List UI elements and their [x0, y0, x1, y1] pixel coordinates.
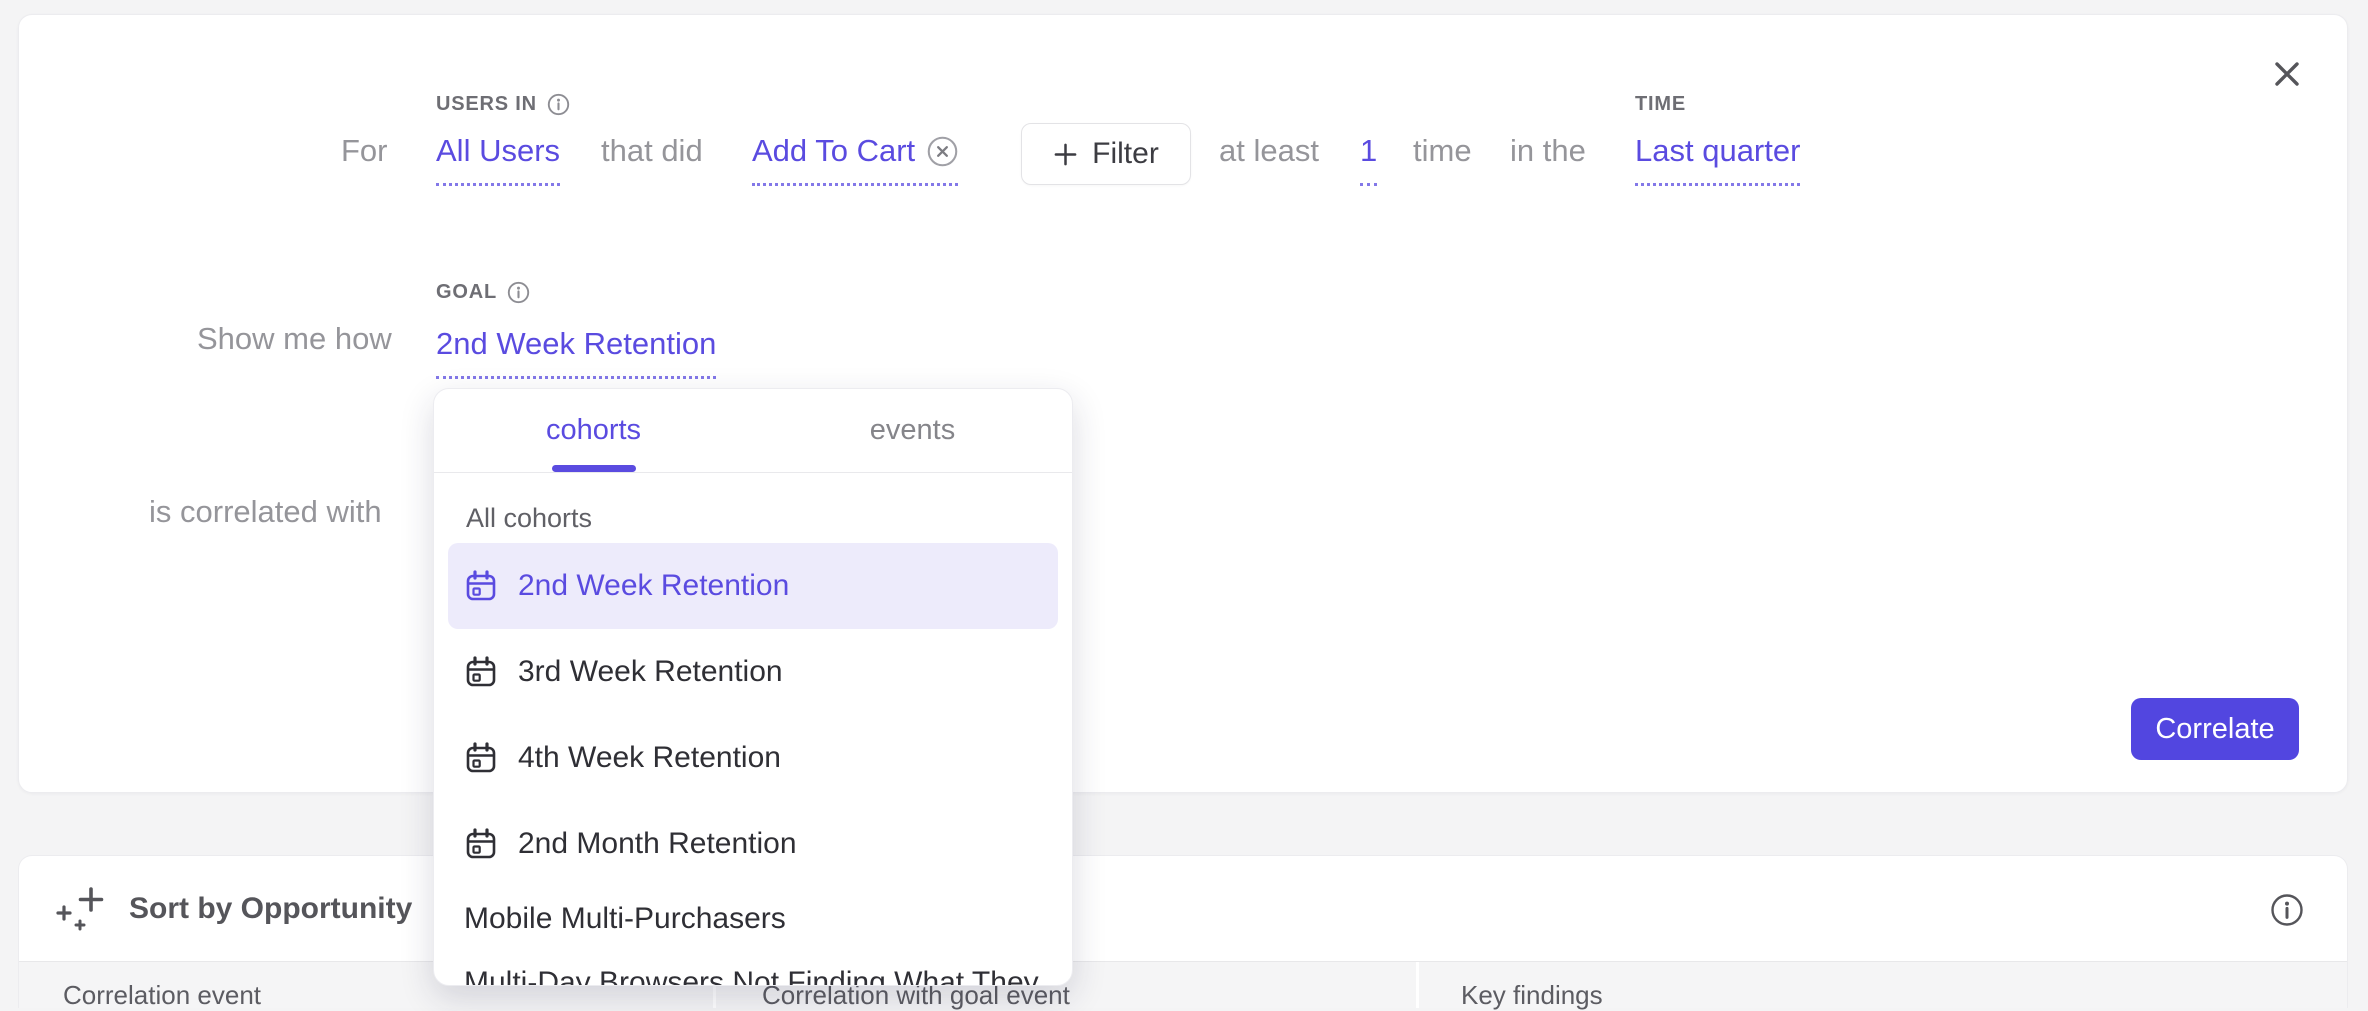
users-in-label: USERS IN — [436, 93, 570, 116]
cohort-item-label: 2nd Week Retention — [518, 569, 789, 603]
goal-label: GOAL — [436, 281, 530, 304]
tab-cohorts[interactable]: cohorts — [434, 389, 753, 472]
cohort-list-item[interactable]: Mobile Multi-Purchasers — [448, 887, 1058, 951]
tab-events[interactable]: events — [753, 389, 1072, 472]
info-icon[interactable] — [547, 93, 570, 116]
sentence-word-for: For — [341, 131, 388, 171]
correlation-query-page: USERS IN TIME For All Users that did Add… — [0, 0, 2368, 1008]
info-icon — [2270, 893, 2304, 927]
cohort-item-label: 3rd Week Retention — [518, 655, 783, 689]
sort-by-opportunity-button[interactable]: Sort by Opportunity — [129, 892, 412, 926]
count-selector[interactable]: 1 — [1360, 131, 1377, 186]
filter-button-label: Filter — [1092, 137, 1159, 171]
cohort-item-label: Multi-Day Browsers Not Finding What They — [464, 966, 1039, 986]
results-card: Sort by Opportunity Correlation eventCor… — [18, 855, 2348, 1008]
time-label: TIME — [1635, 93, 1686, 116]
dropdown-tabs: cohorts events — [434, 389, 1072, 473]
column-header: Key findings — [1416, 962, 2347, 1008]
cohort-list-item[interactable]: 2nd Month Retention — [448, 801, 1058, 887]
cohort-list-item[interactable]: 3rd Week Retention — [448, 629, 1058, 715]
cohort-item-label: Mobile Multi-Purchasers — [464, 902, 786, 936]
time-range-selector[interactable]: Last quarter — [1635, 131, 1800, 186]
table-header: Correlation eventCorrelation with goal e… — [19, 962, 2347, 1008]
sentence-show-me-how: Show me how — [197, 319, 392, 359]
sort-row: Sort by Opportunity — [19, 856, 2347, 962]
sentence-word-at-least: at least — [1219, 131, 1319, 171]
cohort-selector[interactable]: All Users — [436, 131, 560, 186]
cohort-item-label: 2nd Month Retention — [518, 827, 797, 861]
sentence-word-that-did: that did — [601, 131, 703, 171]
cohort-list: 2nd Week Retention 3rd Week Retention 4t… — [448, 543, 1058, 986]
cohort-list-item[interactable]: 4th Week Retention — [448, 715, 1058, 801]
close-button[interactable] — [2265, 52, 2309, 96]
query-builder-card: USERS IN TIME For All Users that did Add… — [18, 14, 2348, 793]
add-filter-button[interactable]: Filter — [1021, 123, 1191, 185]
event-value: Add To Cart — [752, 131, 915, 171]
correlate-button[interactable]: Correlate — [2131, 698, 2299, 760]
calendar-icon — [464, 655, 498, 689]
calendar-icon — [464, 569, 498, 603]
goal-label-text: GOAL — [436, 281, 497, 304]
sentence-word-in-the: in the — [1510, 131, 1586, 171]
time-label-text: TIME — [1635, 93, 1686, 116]
remove-event-icon[interactable] — [927, 136, 958, 167]
users-in-label-text: USERS IN — [436, 93, 537, 116]
close-icon — [2273, 60, 2301, 88]
goal-selector[interactable]: 2nd Week Retention — [436, 324, 716, 379]
sentence-is-correlated-with: is correlated with — [149, 492, 382, 532]
goal-dropdown: cohorts events All cohorts 2nd Week Rete… — [433, 388, 1073, 986]
event-selector[interactable]: Add To Cart — [752, 131, 958, 186]
cohort-list-item[interactable]: 2nd Week Retention — [448, 543, 1058, 629]
cohort-item-label: 4th Week Retention — [518, 741, 781, 775]
results-info-button[interactable] — [2269, 892, 2305, 928]
info-icon[interactable] — [507, 281, 530, 304]
calendar-icon — [464, 827, 498, 861]
active-tab-indicator — [552, 465, 636, 472]
plus-icon — [1053, 142, 1078, 167]
calendar-icon — [464, 741, 498, 775]
cohort-list-item[interactable]: Multi-Day Browsers Not Finding What They — [448, 951, 1058, 986]
sentence-word-time: time — [1413, 131, 1472, 171]
sparkles-icon — [55, 887, 107, 931]
cohort-section-label: All cohorts — [466, 503, 592, 534]
